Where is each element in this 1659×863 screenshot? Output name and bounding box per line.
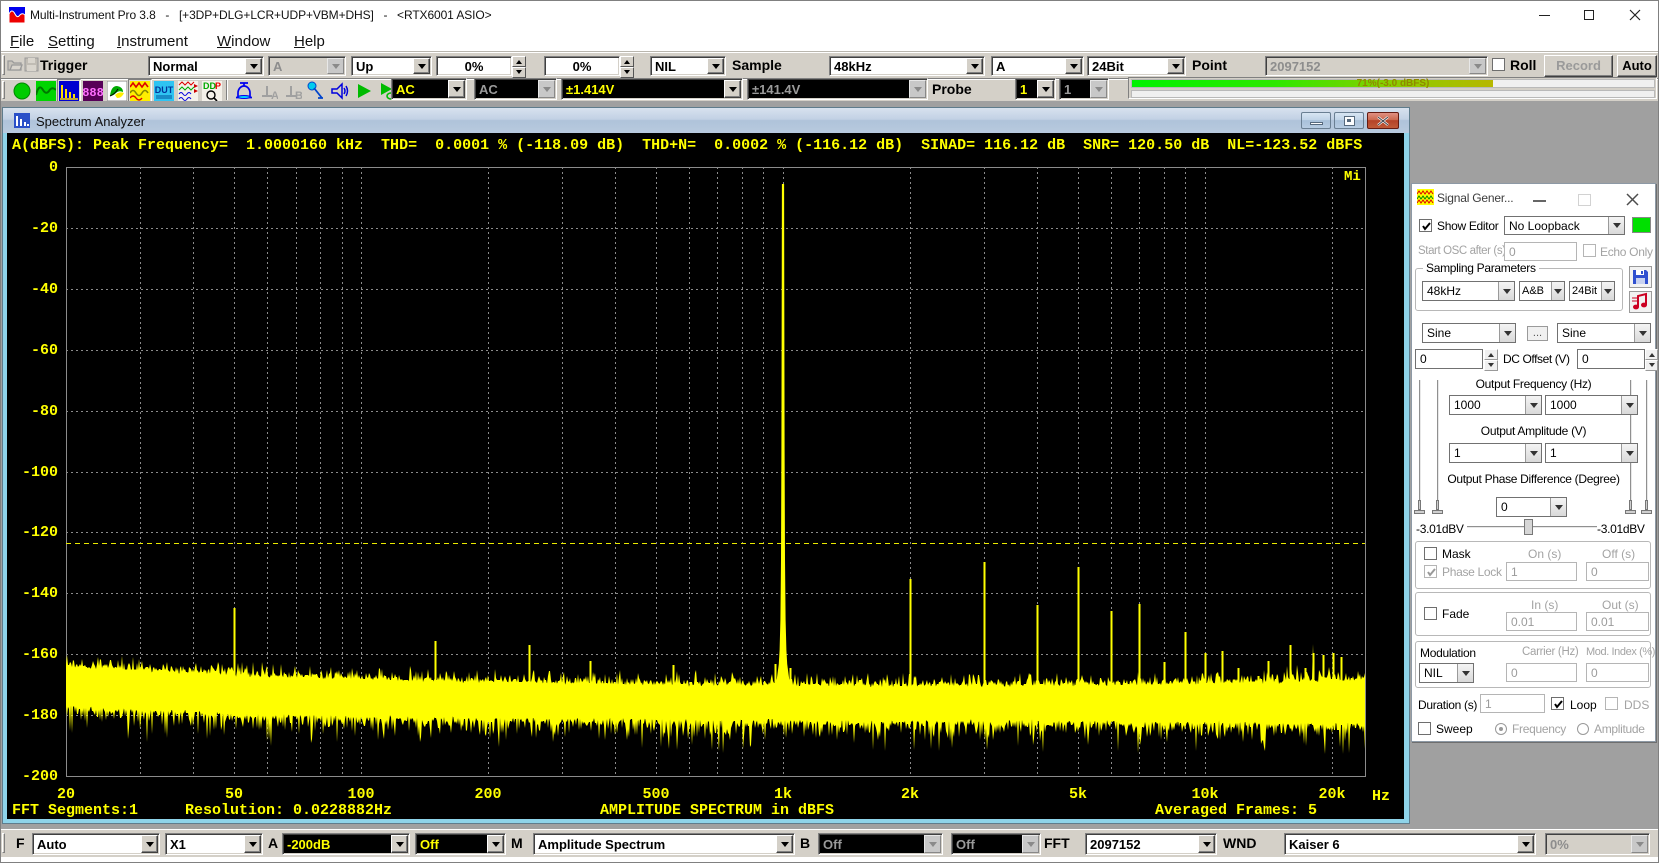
svg-text:Mi: Mi (1344, 169, 1361, 185)
